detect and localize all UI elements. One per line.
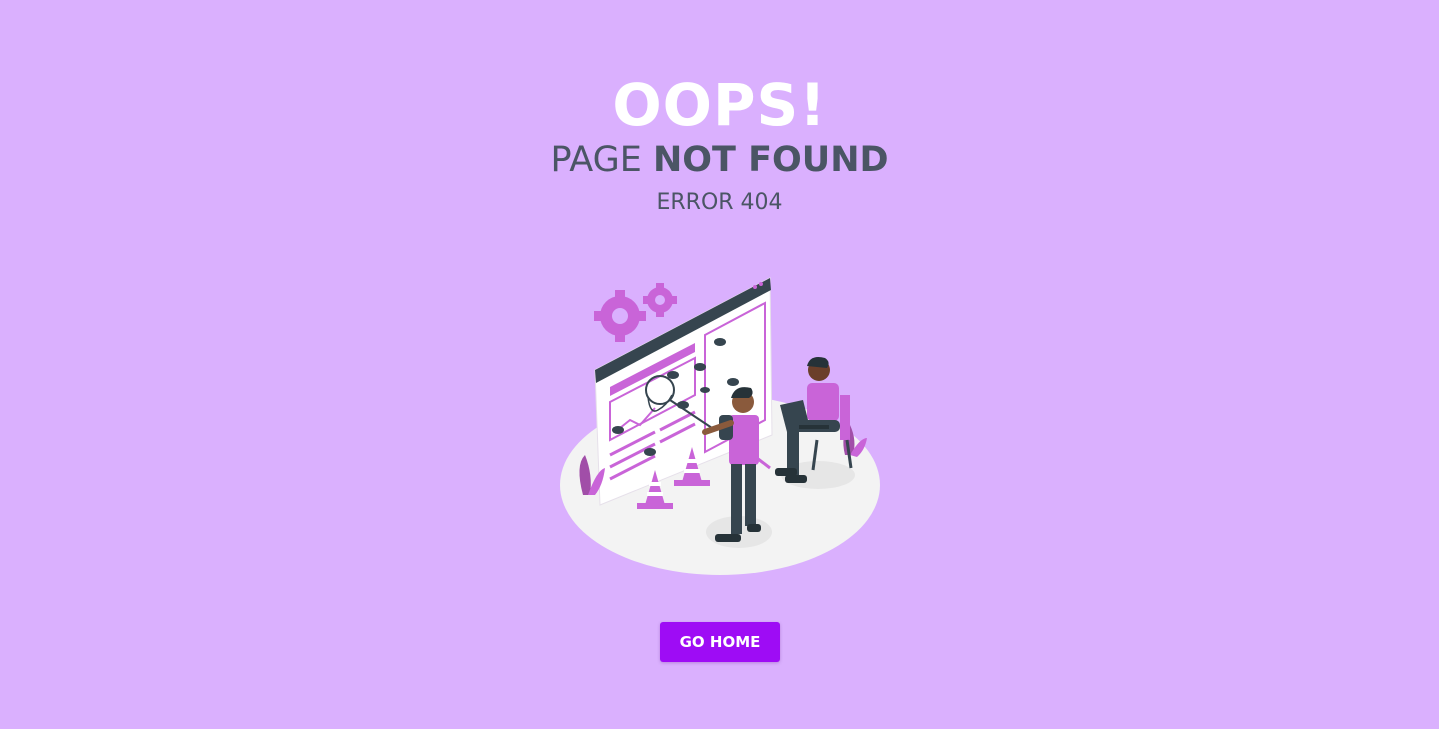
go-home-button[interactable]: GO HOME [660,622,780,662]
oops-heading: OOPS! [612,71,827,139]
bug-hunting-illustration [560,277,880,575]
subtitle-page-text: PAGE [550,140,642,180]
gear-small-icon [643,283,677,317]
error-code: ERROR 404 [656,190,783,215]
subtitle-not-found-text: NOT FOUND [653,140,889,180]
not-found-page: OOPS! PAGE NOT FOUND ERROR 404 GO HOME [0,0,1439,729]
page-not-found-subtitle: PAGE NOT FOUND [0,138,1439,182]
gear-icon [594,290,646,342]
